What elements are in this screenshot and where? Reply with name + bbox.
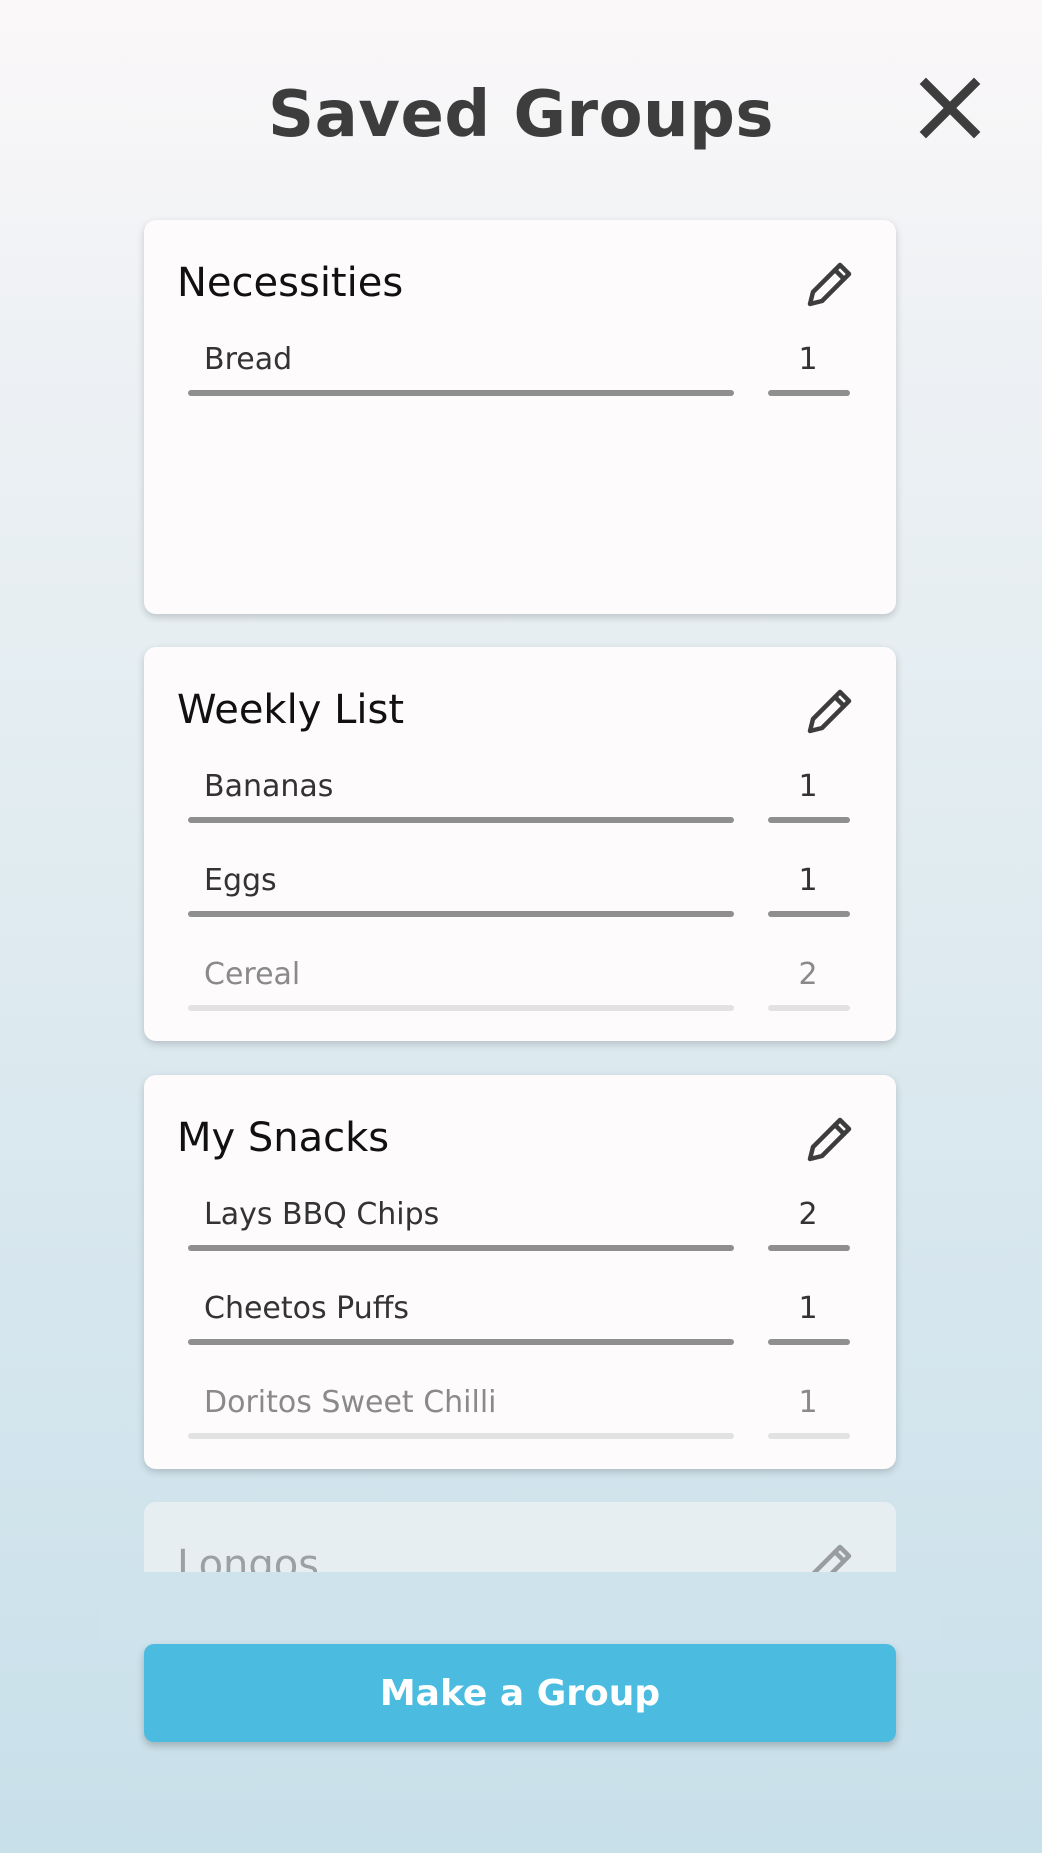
pencil-icon — [807, 1117, 852, 1162]
item-qty-underline — [768, 1339, 850, 1345]
item-qty: 2 — [798, 957, 818, 992]
group-card-necessities[interactable]: Necessities Bread 1 — [144, 220, 896, 614]
item-name: Bananas — [204, 769, 334, 804]
item-name-underline — [188, 817, 734, 823]
list-item[interactable]: Cereal 2 — [144, 949, 896, 1019]
item-name: Bread — [204, 342, 293, 377]
group-title: Weekly List — [177, 687, 405, 733]
item-qty: 1 — [798, 1291, 818, 1326]
item-name: Eggs — [204, 863, 277, 898]
list-item[interactable]: Lays BBQ Chips 2 — [144, 1189, 896, 1259]
group-title: Necessities — [177, 260, 404, 306]
item-name-underline — [188, 1433, 734, 1439]
group-card-longos[interactable]: Longos — [144, 1502, 896, 1572]
group-card-my-snacks[interactable]: My Snacks Lays BBQ Chips 2 Cheetos Puffs… — [144, 1075, 896, 1469]
list-item[interactable]: Doritos Sweet Chilli 1 — [144, 1377, 896, 1447]
item-qty-underline — [768, 911, 850, 917]
edit-group-button[interactable] — [802, 256, 858, 312]
item-name-underline — [188, 1005, 734, 1011]
edit-group-button[interactable] — [802, 1111, 858, 1167]
item-name: Cheetos Puffs — [204, 1291, 410, 1326]
item-name-underline — [188, 1339, 734, 1345]
item-name: Doritos Sweet Chilli — [204, 1385, 497, 1420]
item-qty-underline — [768, 1245, 850, 1251]
item-qty-underline — [768, 1005, 850, 1011]
list-item[interactable]: Bananas 1 — [144, 761, 896, 831]
page-title: Saved Groups — [267, 78, 775, 152]
group-title: Longos — [177, 1542, 320, 1572]
close-button[interactable] — [918, 76, 982, 140]
list-item[interactable]: Cheetos Puffs 1 — [144, 1283, 896, 1353]
item-qty: 1 — [798, 342, 818, 377]
scroll-fade-overlay — [100, 1572, 942, 1640]
item-qty: 1 — [798, 863, 818, 898]
list-item[interactable]: Eggs 1 — [144, 855, 896, 925]
item-qty-underline — [768, 390, 850, 396]
item-qty: 1 — [798, 769, 818, 804]
make-group-button[interactable]: Make a Group — [144, 1644, 896, 1742]
item-qty: 1 — [798, 1385, 818, 1420]
pencil-icon[interactable] — [802, 1538, 858, 1572]
item-name-underline — [188, 1245, 734, 1251]
item-qty-underline — [768, 817, 850, 823]
group-card-weekly-list[interactable]: Weekly List Bananas 1 Eggs 1 Cereal 2 — [144, 647, 896, 1041]
list-item[interactable]: Bread 1 — [144, 334, 896, 404]
item-name: Cereal — [204, 957, 301, 992]
item-qty-underline — [768, 1433, 850, 1439]
group-title: My Snacks — [177, 1115, 390, 1161]
edit-group-button[interactable] — [802, 683, 858, 739]
close-icon — [919, 77, 981, 139]
item-name: Lays BBQ Chips — [204, 1197, 440, 1232]
item-name-underline — [188, 911, 734, 917]
pencil-icon — [807, 262, 852, 307]
pencil-icon — [807, 689, 852, 734]
item-qty: 2 — [798, 1197, 818, 1232]
item-name-underline — [188, 390, 734, 396]
